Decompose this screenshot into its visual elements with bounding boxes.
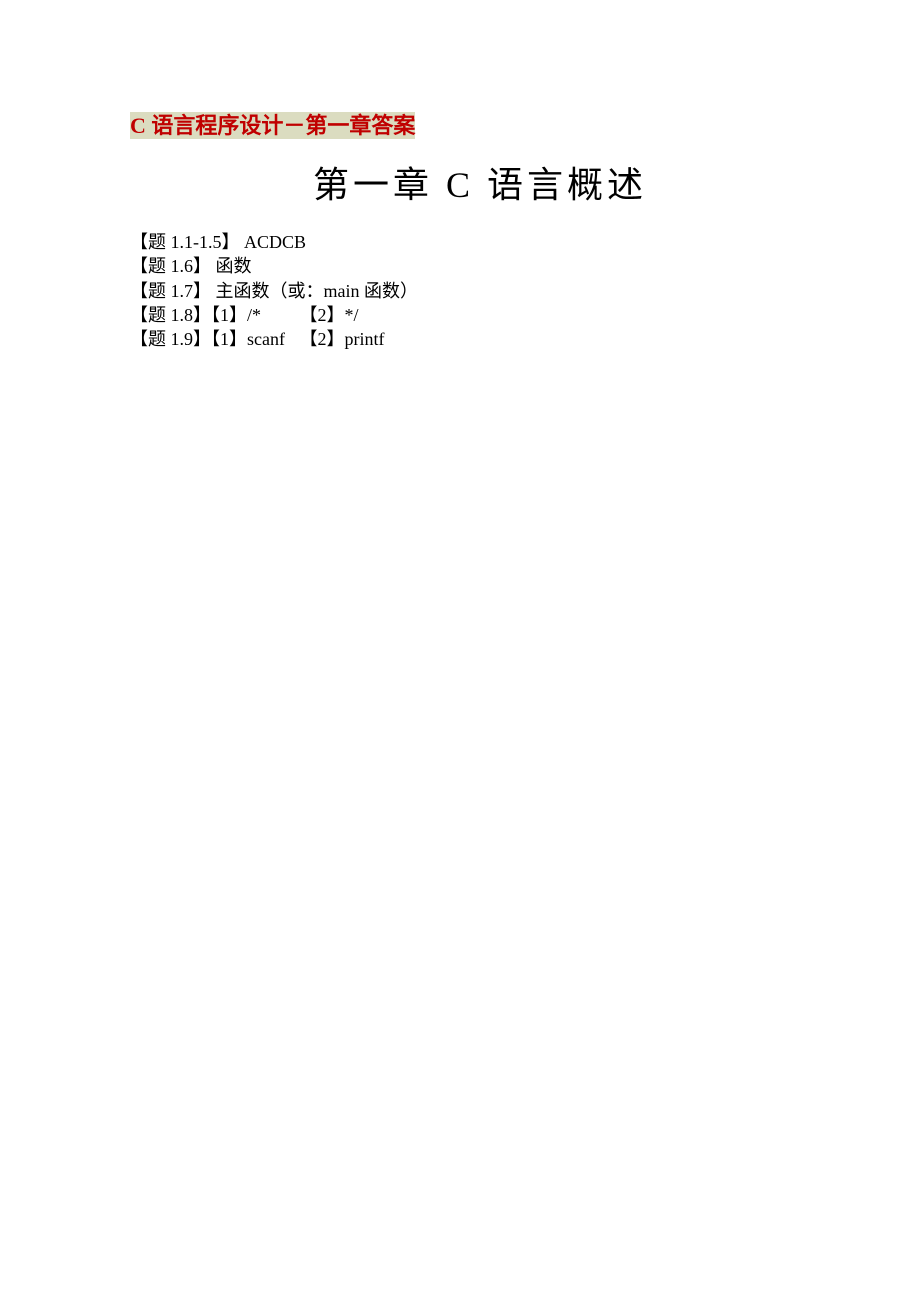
answer-5-part2: 【2】printf [300,329,385,349]
answer-line-3: 【题 1.7】 主函数（或：main 函数） [130,279,830,303]
answer-line-2: 【题 1.6】 函数 [130,254,830,278]
document-body: C 语言程序设计－第一章答案 第一章 C 语言概述 【题 1.1-1.5】 AC… [130,108,830,351]
answer-5-part1: 【题 1.9】【1】scanf [130,327,295,351]
title-rest: 语言程序设计－第一章答案 [146,113,416,138]
document-title: C 语言程序设计－第一章答案 [130,112,415,139]
answer-4-part2: 【2】*/ [300,305,359,325]
answer-line-4: 【题 1.8】【1】/* 【2】*/ [130,303,830,327]
answer-line-5: 【题 1.9】【1】scanf 【2】printf [130,327,830,351]
answers-block: 【题 1.1-1.5】 ACDCB 【题 1.6】 函数 【题 1.7】 主函数… [130,230,830,351]
title-c: C [130,113,146,138]
answer-4-part1: 【题 1.8】【1】/* [130,303,295,327]
chapter-heading: 第一章 C 语言概述 [130,156,830,208]
answer-line-1: 【题 1.1-1.5】 ACDCB [130,230,830,254]
